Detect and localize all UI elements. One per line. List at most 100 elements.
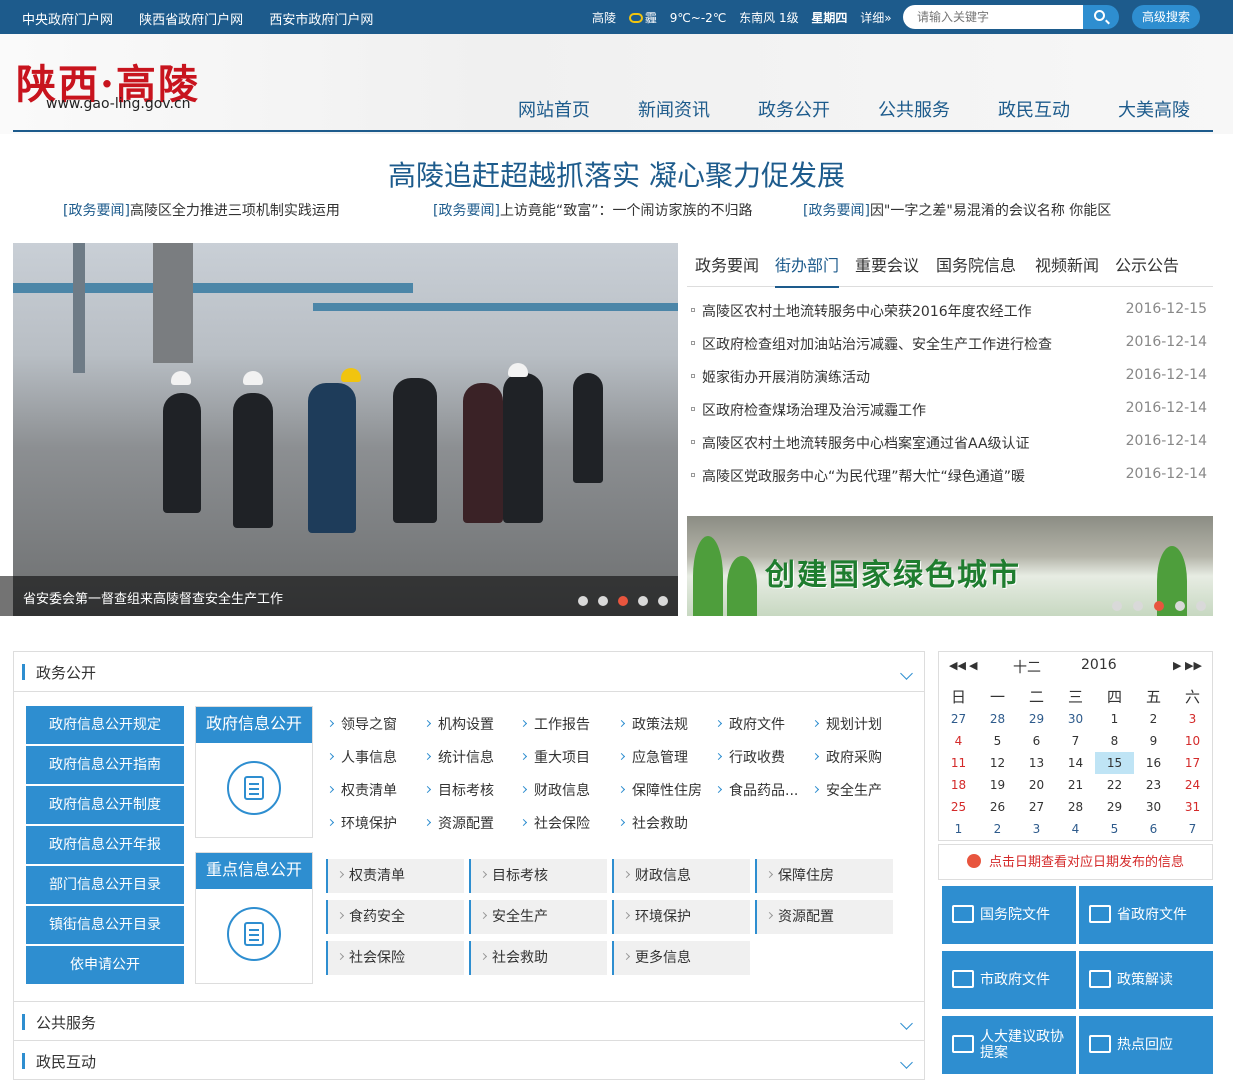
quick-npc-proposals[interactable]: 人大建议政协提案 [942,1016,1076,1074]
menu-disclosure-system[interactable]: 政府信息公开制度 [26,786,184,824]
link-org[interactable]: 机构设置 [425,714,494,734]
next-month-icon[interactable]: ▶ [1173,659,1181,672]
calendar-year[interactable]: 2016 [1081,657,1117,673]
calendar-day[interactable]: 9 [1134,730,1173,752]
calendar-day[interactable]: 1 [939,818,978,840]
advanced-search-button[interactable]: 高级搜索 [1132,5,1200,29]
quick-city-docs[interactable]: 市政府文件 [942,951,1076,1009]
banner-dot[interactable] [1196,601,1206,611]
link-food-drug[interactable]: 食品药品... [716,780,798,800]
nav-home[interactable]: 网站首页 [494,96,614,122]
calendar-day[interactable]: 26 [978,796,1017,818]
calendar-day[interactable]: 4 [1056,818,1095,840]
news-item[interactable]: 区政府检查煤场治理及治污减霾工作 2016-12-14 [687,400,1213,420]
calendar-day[interactable]: 14 [1056,752,1095,774]
calendar-day[interactable]: 27 [1017,796,1056,818]
banner-dot-active[interactable] [1154,601,1164,611]
card-key-info[interactable]: 重点信息公开 [195,852,313,984]
link-safety[interactable]: 安全生产 [813,780,882,800]
link-social-insurance[interactable]: 社会保险 [521,813,590,833]
calendar-day[interactable]: 11 [939,752,978,774]
key-box-finance[interactable]: 财政信息 [612,859,750,893]
banner-dot[interactable] [1175,601,1185,611]
tab-announcements[interactable]: 公示公告 [1115,252,1179,276]
calendar-day[interactable]: 13 [1017,752,1056,774]
key-box-housing[interactable]: 保障住房 [755,859,893,893]
tab-gov-news[interactable]: 政务要闻 [695,252,759,276]
calendar-day[interactable]: 19 [978,774,1017,796]
prev-month-icon[interactable]: ◀ [969,659,977,672]
link-resources[interactable]: 资源配置 [425,813,494,833]
link-environment[interactable]: 环境保护 [328,813,397,833]
quick-policy-interpret[interactable]: 政策解读 [1079,951,1213,1009]
chevron-down-icon[interactable] [900,1056,913,1069]
banner-dot[interactable] [1133,601,1143,611]
key-box-food[interactable]: 食药安全 [326,900,464,934]
tab-state-council[interactable]: 国务院信息 [936,252,1016,276]
banner-dot[interactable] [1112,601,1122,611]
key-box-resources[interactable]: 资源配置 [755,900,893,934]
nav-news[interactable]: 新闻资讯 [614,96,734,122]
search-input[interactable] [903,5,1084,29]
calendar-day[interactable]: 2 [1134,708,1173,730]
tab-meetings[interactable]: 重要会议 [855,252,919,276]
calendar-day[interactable]: 20 [1017,774,1056,796]
calendar-day[interactable]: 5 [978,730,1017,752]
link-shaanxi-gov[interactable]: 陕西省政府门户网 [139,13,243,28]
calendar-day[interactable]: 7 [1173,818,1212,840]
news-item[interactable]: 区政府检查组对加油站治污减霾、安全生产工作进行检查 2016-12-14 [687,334,1213,354]
slider-dot[interactable] [598,596,608,606]
news-item[interactable]: 高陵区农村土地流转服务中心档案室通过省AA级认证 2016-12-14 [687,433,1213,453]
calendar-day[interactable]: 30 [1134,796,1173,818]
calendar-day[interactable]: 3 [1173,708,1212,730]
search-button[interactable] [1083,5,1119,29]
link-major-projects[interactable]: 重大项目 [521,747,590,767]
link-plans[interactable]: 规划计划 [813,714,882,734]
tab-street-dept[interactable]: 街办部门 [775,252,840,288]
link-social-aid[interactable]: 社会救助 [619,813,688,833]
menu-disclosure-guide[interactable]: 政府信息公开指南 [26,746,184,784]
calendar-day[interactable]: 5 [1095,818,1134,840]
slider-dot[interactable] [658,596,668,606]
calendar-day[interactable]: 10 [1173,730,1212,752]
link-policy[interactable]: 政策法规 [619,714,688,734]
slider-photo[interactable] [13,243,678,616]
nav-gov-affairs[interactable]: 政务公开 [734,96,854,122]
calendar-day[interactable]: 17 [1173,752,1212,774]
calendar-day[interactable]: 2 [978,818,1017,840]
key-box-safety[interactable]: 安全生产 [469,900,607,934]
menu-annual-report[interactable]: 政府信息公开年报 [26,826,184,864]
calendar-day[interactable]: 29 [1017,708,1056,730]
key-box-insurance[interactable]: 社会保险 [326,941,464,975]
headline-sub-2[interactable]: [政务要闻]上访竟能“致富”：一个闹访家族的不归路 [433,200,752,220]
calendar-day[interactable]: 30 [1056,708,1095,730]
quick-hot-responses[interactable]: 热点回应 [1079,1016,1213,1074]
quick-state-council-docs[interactable]: 国务院文件 [942,886,1076,944]
tab-video-news[interactable]: 视频新闻 [1035,252,1099,276]
slider-caption[interactable]: 省安委会第一督查组来高陵督查安全生产工作 [23,588,283,607]
link-rights-list[interactable]: 权责清单 [328,780,397,800]
calendar-day[interactable]: 7 [1056,730,1095,752]
calendar-day[interactable]: 23 [1134,774,1173,796]
calendar-day[interactable]: 16 [1134,752,1173,774]
key-box-targets[interactable]: 目标考核 [469,859,607,893]
calendar-day[interactable]: 27 [939,708,978,730]
menu-town-catalog[interactable]: 镇街信息公开目录 [26,906,184,944]
calendar-day[interactable]: 22 [1095,774,1134,796]
link-xian-gov[interactable]: 西安市政府门户网 [269,13,373,28]
menu-dept-catalog[interactable]: 部门信息公开目录 [26,866,184,904]
section-header-gov-open[interactable]: 政务公开 [13,652,925,692]
menu-apply-disclosure[interactable]: 依申请公开 [26,946,184,984]
calendar-day[interactable]: 4 [939,730,978,752]
menu-disclosure-rules[interactable]: 政府信息公开规定 [26,706,184,744]
nav-interaction[interactable]: 政民互动 [974,96,1094,122]
news-item[interactable]: 高陵区农村土地流转服务中心荣获2016年度农经工作 2016-12-15 [687,301,1213,321]
link-procurement[interactable]: 政府采购 [813,747,882,767]
slider-dot[interactable] [578,596,588,606]
key-box-aid[interactable]: 社会救助 [469,941,607,975]
headline-sub-3[interactable]: [政务要闻]因"一字之差"易混淆的会议名称 你能区 [803,200,1111,220]
key-box-more[interactable]: 更多信息 [612,941,750,975]
calendar-day[interactable]: 12 [978,752,1017,774]
calendar-day[interactable]: 24 [1173,774,1212,796]
calendar-month[interactable]: 十二 [1013,657,1041,677]
